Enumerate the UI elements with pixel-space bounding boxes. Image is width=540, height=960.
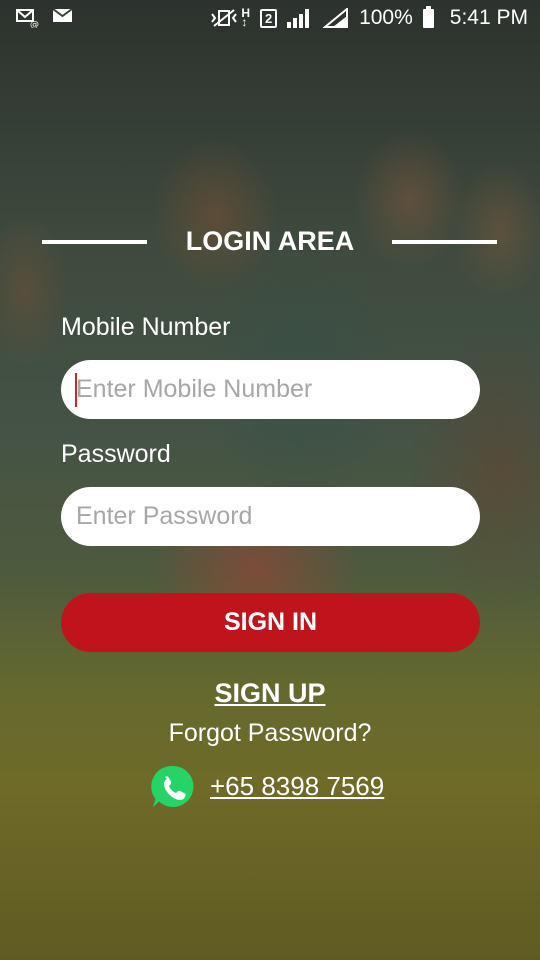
title-divider-right [392, 240, 497, 244]
phone-number-link[interactable]: +65 8398 7569 [210, 771, 384, 802]
text-cursor [75, 373, 77, 407]
sign-up-link[interactable]: SIGN UP [0, 678, 540, 709]
mobile-number-input[interactable] [61, 360, 480, 419]
password-input[interactable] [61, 487, 480, 546]
whatsapp-contact[interactable]: +65 8398 7569 [150, 764, 384, 809]
password-label: Password [61, 440, 171, 468]
vibrate-icon [209, 8, 238, 28]
sign-in-button[interactable]: SIGN IN [61, 593, 480, 652]
battery-icon [422, 5, 434, 28]
background-photo [0, 0, 540, 960]
status-bar: @ H ↕ 2 100% 5:41 PM [0, 0, 540, 36]
login-header: LOGIN AREA [0, 226, 540, 260]
mail-icon [52, 6, 74, 26]
svg-text:@: @ [30, 20, 39, 28]
battery-level: 100% [359, 6, 413, 29]
mail-notification-icon: @ [16, 6, 39, 30]
whatsapp-icon[interactable] [150, 764, 195, 809]
signal-icon-2 [322, 6, 349, 28]
h-plus-icon: H ↕ [241, 6, 251, 29]
forgot-password-link[interactable]: Forgot Password? [0, 719, 540, 748]
sim-2-icon: 2 [260, 8, 278, 28]
mobile-label: Mobile Number [61, 313, 231, 341]
clock: 5:41 PM [449, 6, 528, 29]
signal-icon [287, 8, 313, 28]
